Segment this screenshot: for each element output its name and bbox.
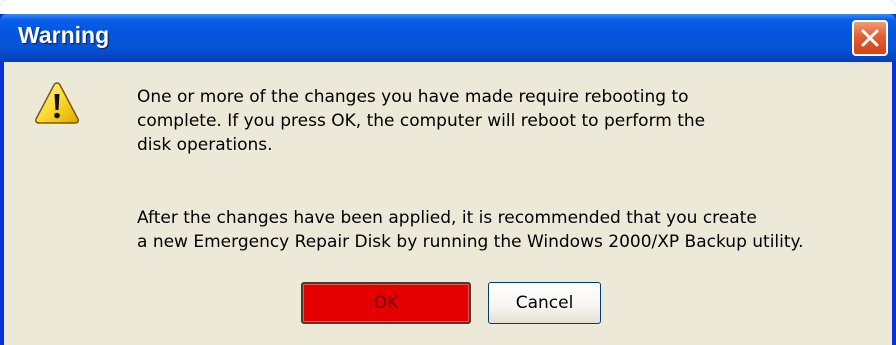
close-icon (861, 29, 879, 47)
background-strip (0, 0, 896, 14)
dialog-body: One or more of the changes you have made… (4, 62, 892, 345)
ok-button[interactable]: OK (301, 282, 471, 324)
message-line: complete. If you press OK, the computer … (137, 111, 706, 131)
message-line: disk operations. (137, 135, 273, 155)
close-button[interactable] (852, 20, 888, 56)
message-paragraph-1: One or more of the changes you have made… (137, 85, 705, 157)
warning-icon (35, 82, 79, 124)
message-line: a new Emergency Repair Disk by running t… (137, 232, 804, 252)
warning-dialog: Warning One or more of the changes you h… (0, 0, 896, 345)
cancel-button[interactable]: Cancel (488, 282, 601, 324)
message-line: One or more of the changes you have made… (137, 87, 689, 107)
message-line: After the changes have been applied, it … (137, 208, 757, 228)
dialog-title: Warning (18, 22, 110, 48)
title-bar[interactable]: Warning (0, 14, 896, 62)
message-paragraph-2: After the changes have been applied, it … (137, 206, 804, 254)
